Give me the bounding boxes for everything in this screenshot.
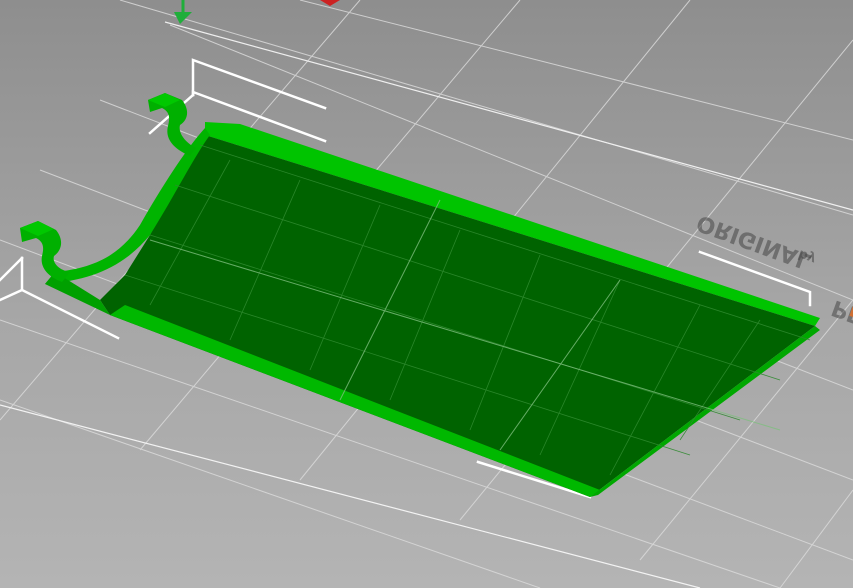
x-axis-arrow-icon (320, 0, 340, 6)
bed-logo-text-original: ORIGINAL (694, 209, 815, 273)
3d-viewport[interactable]: ORIGINAL PRUSA M by (0, 0, 853, 588)
bed-logo: ORIGINAL (694, 209, 815, 273)
model-object[interactable] (20, 93, 820, 497)
y-axis-arrow-icon (174, 12, 192, 24)
bed-logo-text-prusa: PRUSA (829, 294, 853, 346)
bed-logo-prusa: PRUSA (829, 294, 853, 346)
scene-canvas[interactable]: ORIGINAL PRUSA M by (0, 0, 853, 588)
